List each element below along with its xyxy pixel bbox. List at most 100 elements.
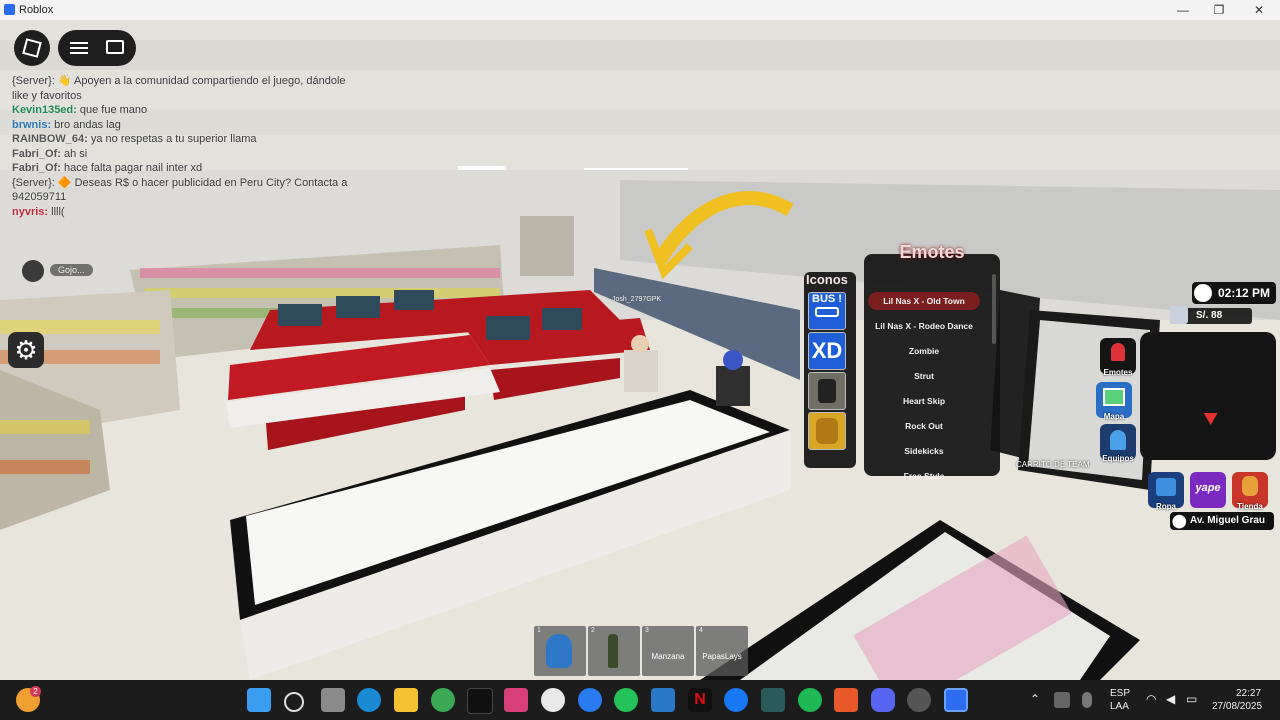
language-layout[interactable]: LAA [1110, 701, 1129, 712]
player-avatar-icon[interactable] [22, 260, 44, 282]
player-tag[interactable]: Gojo... [50, 264, 93, 276]
person-icon [1110, 430, 1126, 450]
start-icon[interactable] [247, 688, 271, 712]
chat-message: 942059711 [12, 191, 67, 203]
app-icon[interactable] [761, 688, 785, 712]
emote-item[interactable]: Lil Nas X - Old Town [868, 292, 980, 310]
chat-username[interactable]: Fabri_Of: [12, 162, 61, 174]
store-sign-text: CARRITO DE TEAM [1016, 460, 1090, 469]
chat-icon[interactable] [106, 40, 124, 54]
emote-item[interactable]: Lil Nas X - Rodeo Dance [868, 317, 980, 335]
hotbar-slot-2[interactable]: 2 [588, 626, 640, 676]
close-button[interactable]: ✕ [1240, 1, 1278, 19]
microphone-icon[interactable] [1082, 692, 1092, 708]
taskbar-date[interactable]: 27/08/2025 [1212, 701, 1262, 712]
chat-message: ya no respetas a tu superior llama [87, 133, 257, 145]
window-title: Roblox [19, 4, 54, 16]
show-hidden-icons[interactable]: ⌃ [1030, 692, 1040, 706]
clock-display: 02:12 PM [1192, 282, 1276, 304]
chat-username[interactable]: Kevin135ed: [12, 104, 77, 116]
hamburger-icon[interactable] [70, 42, 88, 54]
emotes-panel: Emotes Lil Nas X - Old Town Lil Nas X - R… [864, 242, 1000, 481]
game-viewport[interactable]: {Server}: 👋 Apoyen a la comunidad compar… [0, 20, 1280, 680]
battery-icon[interactable]: ▭ [1186, 692, 1197, 706]
tiktok-icon[interactable] [467, 688, 493, 714]
emote-item[interactable]: Sidekicks [868, 442, 980, 460]
spotify-icon[interactable] [798, 688, 822, 712]
emote-item[interactable]: Strut [868, 367, 980, 385]
maximize-button[interactable]: ❐ [1200, 1, 1238, 19]
money-display: S/. 88 [1170, 306, 1252, 324]
store-button[interactable]: Tienda [1232, 472, 1268, 511]
clothing-button[interactable]: Ropa [1148, 472, 1184, 511]
roblox-menu-button[interactable] [14, 30, 50, 66]
icon-avatar-button[interactable] [808, 372, 846, 410]
chat-message: {Server}: 🔶 Deseas R$ o hacer publicidad… [12, 176, 348, 189]
edge-icon[interactable] [357, 688, 381, 712]
wifi-icon[interactable]: ◠ [1146, 692, 1156, 706]
iconos-title: Iconos [806, 272, 848, 287]
bottle-icon [608, 634, 618, 668]
street-name-display: ⬤ Av. Miguel Grau [1170, 512, 1274, 530]
calculator-icon[interactable] [651, 688, 675, 712]
player-arrow-icon [1200, 406, 1218, 426]
file-explorer-icon[interactable] [394, 688, 418, 712]
language-code[interactable]: ESP [1110, 688, 1130, 699]
chatgpt-icon[interactable] [541, 688, 565, 712]
chat-message: {Server}: 👋 Apoyen a la comunidad compar… [12, 75, 346, 87]
yape-label: yape [1195, 482, 1221, 494]
chat-username[interactable]: RAINBOW_64: [12, 133, 88, 145]
emote-item[interactable]: Rock Out [868, 417, 980, 435]
emotes-button[interactable]: Emotes [1100, 338, 1136, 377]
network-off-icon[interactable] [1054, 692, 1070, 708]
chat-line: brwnis: bro andas lag [12, 118, 402, 133]
hotbar-slot-4[interactable]: 4 PapasLays [696, 626, 748, 676]
teams-button[interactable]: Equipos [1100, 424, 1136, 463]
volume-icon[interactable]: ◀ [1166, 692, 1175, 706]
icon-bus-button[interactable]: BUS ! [808, 292, 846, 330]
chat-username[interactable]: Fabri_Of: [12, 148, 61, 160]
minimize-button[interactable]: — [1164, 1, 1202, 19]
icon-face-button[interactable] [808, 412, 846, 450]
money-bag-icon [1242, 476, 1258, 496]
emotes-scrollbar[interactable] [992, 274, 996, 344]
map-icon [1103, 388, 1125, 406]
task-view-icon[interactable] [321, 688, 345, 712]
roblox-taskbar-icon[interactable] [944, 688, 968, 712]
yape-button[interactable]: yape [1190, 472, 1226, 508]
emotes-title: Emotes [899, 242, 965, 262]
github-icon[interactable] [907, 688, 931, 712]
emote-item[interactable]: Free Style [868, 467, 980, 485]
discord-icon[interactable] [871, 688, 895, 712]
chat-line: Fabri_Of: hace falta pagar nail inter xd [12, 161, 402, 176]
minimap[interactable] [1140, 332, 1276, 460]
search-icon[interactable] [284, 692, 304, 712]
messenger-icon[interactable] [578, 688, 602, 712]
chat-message: ah si [60, 147, 88, 160]
emote-item[interactable]: Zombie [868, 342, 980, 360]
window-titlebar: Roblox — ❐ ✕ [0, 0, 1280, 21]
hotbar-slot-3[interactable]: 3 Manzana [642, 626, 694, 676]
chat-message: llll( [48, 205, 65, 218]
head-icon [546, 634, 572, 668]
netflix-icon[interactable]: N [688, 688, 712, 712]
instagram-icon[interactable] [504, 688, 528, 712]
taskbar-time[interactable]: 22:27 [1236, 688, 1261, 699]
whatsapp-icon[interactable] [614, 688, 638, 712]
emote-item[interactable]: Heart Skip [868, 392, 980, 410]
clock-time: 02:12 PM [1218, 286, 1271, 300]
chat-message: que fue mano [76, 104, 148, 116]
clock-icon [1194, 284, 1212, 302]
settings-gear-icon[interactable]: ⚙ [8, 332, 44, 368]
iconos-panel: Iconos BUS ! XD [804, 272, 856, 468]
app-orange-icon[interactable] [834, 688, 858, 712]
hotbar-slot-1[interactable]: 1 [534, 626, 586, 676]
icon-xd-button[interactable]: XD [808, 332, 846, 370]
map-button[interactable]: Mapa [1096, 382, 1132, 421]
facebook-icon[interactable] [724, 688, 748, 712]
chat-username[interactable]: brwnis: [12, 119, 51, 131]
chrome-icon[interactable] [431, 688, 455, 712]
chat-line: {Server}: 👋 Apoyen a la comunidad compar… [12, 74, 402, 89]
chat-line: nyvris: llll( [12, 205, 402, 220]
chat-username[interactable]: nyvris: [12, 206, 48, 218]
